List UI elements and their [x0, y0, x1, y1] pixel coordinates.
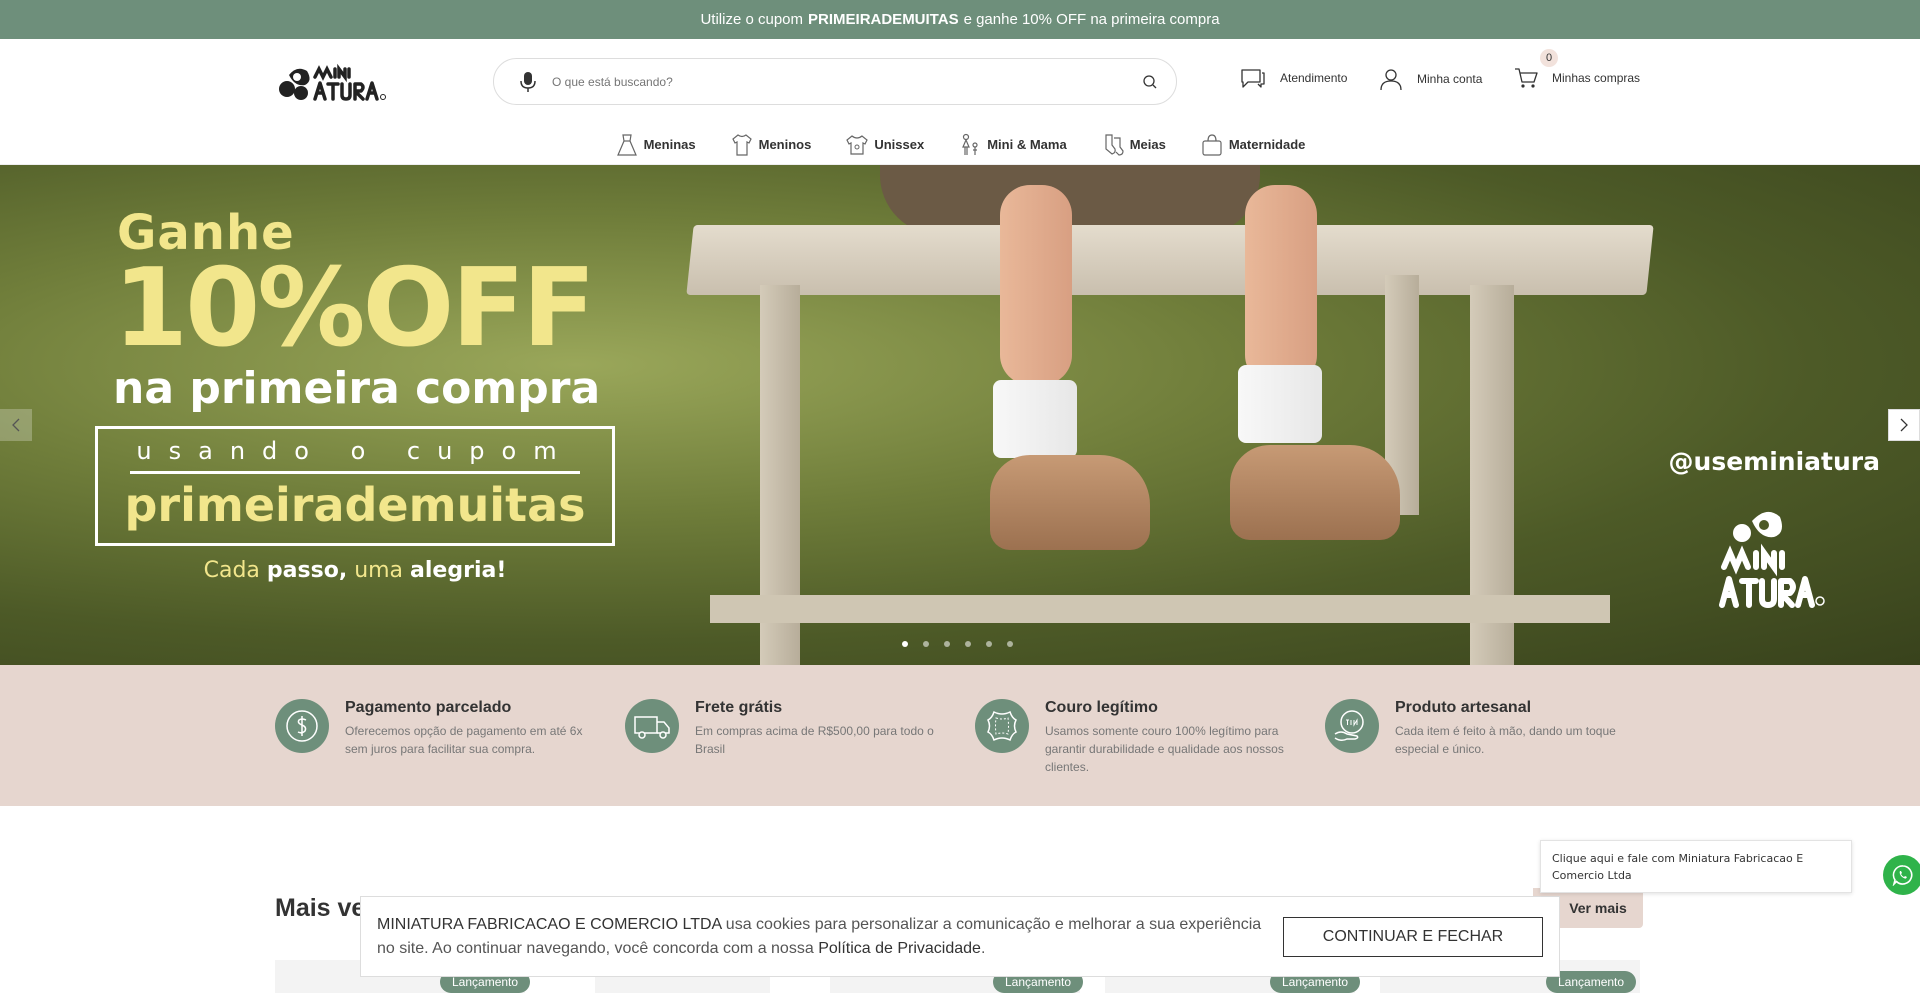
benefit-text: Oferecemos opção de pagamento em até 6x …	[345, 724, 583, 756]
promo-tagline: Cada passo, uma alegria!	[203, 558, 507, 583]
hero-banner[interactable]: Ganhe 10%OFF na primeira compra usando o…	[0, 165, 1920, 665]
cookie-company: MINIATURA FABRICACAO E COMERCIO LTDA	[377, 915, 722, 933]
sock-left	[993, 380, 1077, 458]
accept-cookies-button[interactable]: CONTINUAR E FECHAR	[1283, 916, 1543, 957]
tshirt-icon	[846, 134, 869, 155]
shoe-right	[1230, 445, 1400, 540]
benefit-title: Produto artesanal	[1395, 699, 1532, 716]
benefit-installments: Pagamento parcelado Oferecemos opção de …	[275, 699, 595, 758]
cart-label: Minhas compras	[1552, 71, 1641, 85]
account-label: Minha conta	[1417, 72, 1483, 86]
hero-dot-6[interactable]	[1007, 641, 1013, 647]
shirt-icon	[731, 133, 752, 156]
cart-count-badge: 0	[1540, 49, 1558, 67]
chat-icon	[1241, 69, 1265, 88]
search-input[interactable]	[552, 74, 1142, 89]
chevron-left-icon	[12, 418, 20, 432]
whatsapp-button[interactable]	[1883, 855, 1920, 895]
shoe-left	[990, 455, 1150, 550]
socks-icon	[1105, 133, 1124, 156]
miniatura-logo[interactable]	[275, 57, 400, 107]
benefit-text: Usamos somente couro 100% legítimo para …	[1045, 724, 1284, 774]
nav-item-meias[interactable]: Meias	[1101, 133, 1166, 157]
hero-dot-2[interactable]	[923, 641, 929, 647]
search-icon[interactable]	[1142, 74, 1158, 90]
whatsapp-icon	[1892, 865, 1913, 886]
announcement-prefix: Utilize o cupom	[700, 11, 804, 28]
section-title: Mais ve	[275, 894, 366, 922]
site-header: Atendimento Minha conta 0 Minhas compras	[0, 39, 1920, 125]
benefit-handmade: Produto artesanal Cada item é feito à mã…	[1325, 699, 1645, 758]
sock-right	[1238, 365, 1322, 443]
hero-dot-3[interactable]	[944, 641, 950, 647]
hero-dot-1[interactable]	[902, 641, 908, 647]
handmade-icon	[1325, 699, 1379, 753]
whatsapp-bubble[interactable]: Clique aqui e fale com Miniatura Fabrica…	[1540, 840, 1852, 893]
truck-icon	[625, 699, 679, 753]
benefit-leather: Couro legítimo Usamos somente couro 100%…	[975, 699, 1295, 776]
leather-icon	[975, 699, 1029, 753]
nav-item-unissex[interactable]: Unissex	[845, 133, 924, 157]
mother-child-icon	[962, 133, 978, 155]
user-icon	[1380, 69, 1402, 91]
cookie-text: MINIATURA FABRICACAO E COMERCIO LTDA usa…	[377, 915, 1262, 957]
benefit-title: Frete grátis	[695, 699, 783, 716]
hero-next-button[interactable]	[1888, 409, 1920, 441]
hero-prev-button[interactable]	[0, 409, 32, 441]
benefit-title: Pagamento parcelado	[345, 699, 512, 716]
microphone-icon[interactable]	[518, 71, 538, 93]
support-link[interactable]: Atendimento	[1240, 67, 1347, 89]
coupon-box: usando o cupom primeirademuitas	[95, 426, 615, 546]
benefit-title: Couro legítimo	[1045, 699, 1158, 716]
account-link[interactable]: Minha conta	[1379, 67, 1482, 91]
bench-rail	[710, 595, 1610, 623]
hero-pagination	[902, 641, 1013, 647]
promo-first-purchase: na primeira compra	[113, 363, 601, 414]
privacy-policy-link[interactable]: Política de Privacidade	[818, 940, 981, 957]
cookie-banner: MINIATURA FABRICACAO E COMERCIO LTDA usa…	[360, 896, 1560, 977]
nav-item-mini-mama[interactable]: Mini & Mama	[958, 133, 1067, 157]
coupon-code-hero: primeirademuitas	[124, 478, 586, 532]
benefit-free-shipping: Frete grátis Em compras acima de R$500,0…	[625, 699, 945, 758]
support-label: Atendimento	[1280, 71, 1348, 85]
coupon-divider	[130, 471, 580, 474]
nav-item-meninas[interactable]: Meninas	[615, 133, 696, 157]
chevron-right-icon	[1900, 418, 1908, 432]
benefit-text: Cada item é feito à mão, dando um toque …	[1395, 724, 1616, 756]
coupon-code: PRIMEIRADEMUITAS	[808, 11, 959, 28]
hero-dot-5[interactable]	[986, 641, 992, 647]
nav-item-meninos[interactable]: Meninos	[730, 133, 811, 157]
promo-discount: 10%OFF	[113, 246, 596, 371]
promo-text-block: Ganhe 10%OFF na primeira compra usando o…	[95, 205, 635, 583]
benefit-text: Em compras acima de R$500,00 para todo o…	[695, 724, 934, 756]
instagram-handle: @useminiatura	[1668, 447, 1880, 476]
baby-bag-icon	[1202, 133, 1222, 156]
cart-link[interactable]: 0 Minhas compras	[1514, 49, 1641, 89]
category-nav: Meninas Meninos Unissex Mini & Mama Meia…	[0, 125, 1920, 165]
coupon-intro: usando o cupom	[136, 437, 574, 465]
hero-miniatura-logo	[1719, 511, 1825, 608]
nav-item-maternidade[interactable]: Maternidade	[1200, 133, 1305, 157]
announcement-suffix: e ganhe 10% OFF na primeira compra	[963, 11, 1220, 28]
dollar-icon	[275, 699, 329, 753]
cart-icon	[1515, 68, 1538, 88]
dress-icon	[616, 133, 637, 156]
benefits-strip: Pagamento parcelado Oferecemos opção de …	[0, 665, 1920, 806]
search-bar	[493, 58, 1177, 105]
hero-dot-4[interactable]	[965, 641, 971, 647]
announcement-bar: Utilize o cupom PRIMEIRADEMUITAS e ganhe…	[0, 0, 1920, 39]
